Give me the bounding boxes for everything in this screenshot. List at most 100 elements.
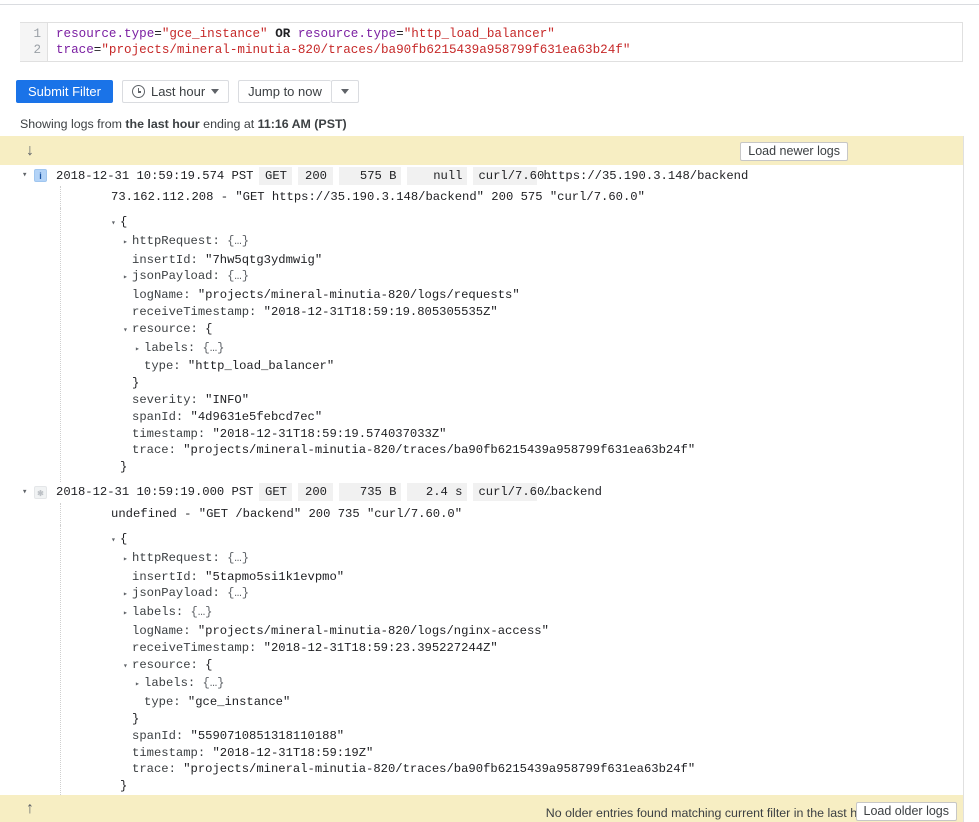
json-twisty-icon[interactable]: ▾ xyxy=(111,216,120,233)
json-tree-row: } xyxy=(111,778,963,795)
json-key: resource: xyxy=(132,657,206,672)
json-value: {…} xyxy=(202,340,225,355)
json-key: labels: xyxy=(132,605,191,620)
jump-to-now-dropdown-button[interactable] xyxy=(330,80,359,103)
log-entry-summary-row[interactable]: ▾ ✱ 2018-12-31 10:59:19.000 PST GET 200 735 B… xyxy=(0,482,963,503)
log-json-tree: ▾{▸ httpRequest: {…} insertId: "7hw5qtg3yd… xyxy=(60,208,963,482)
query-token: resource.type xyxy=(297,27,397,41)
chevron-down-icon xyxy=(340,89,349,94)
json-tree-row[interactable]: ▾{ xyxy=(111,531,963,550)
json-twisty-icon[interactable]: ▸ xyxy=(135,342,144,359)
json-value: "5tapmo5si1k1evpmo" xyxy=(205,569,345,584)
log-latency: null xyxy=(407,166,468,185)
log-timestamp: 2018-12-31 10:59:19.000 PST xyxy=(56,485,254,500)
query-code[interactable]: resource.type="gce_instance" OR resource… xyxy=(48,23,962,61)
json-twisty-icon[interactable]: ▾ xyxy=(123,323,132,340)
json-key: spanId: xyxy=(132,409,191,424)
load-older-logs-button[interactable]: Load older logs xyxy=(855,802,957,821)
expand-collapse-triangle-icon[interactable]: ▾ xyxy=(22,487,34,497)
filter-toolbar: Submit Filter Last hour Jump to now xyxy=(16,80,359,103)
json-tree-row: trace: "projects/mineral-minutia-820/tra… xyxy=(111,761,963,778)
query-editor-body[interactable]: 12 resource.type="gce_instance" OR resou… xyxy=(20,23,962,61)
json-value: { xyxy=(205,321,213,336)
json-value: "projects/mineral-minutia-820/logs/reque… xyxy=(197,288,520,303)
info-icon[interactable]: i xyxy=(34,169,47,182)
json-tree-row[interactable]: ▸ httpRequest: {…} xyxy=(111,233,963,252)
jump-to-now-button[interactable]: Jump to now xyxy=(238,80,331,103)
query-token: resource.type xyxy=(56,27,155,41)
json-tree-row[interactable]: ▸ jsonPayload: {…} xyxy=(111,585,963,604)
json-key: spanId: xyxy=(132,728,191,743)
json-value: } xyxy=(132,711,140,726)
log-status-code: 200 xyxy=(298,166,334,185)
json-tree-row: logName: "projects/mineral-minutia-820/l… xyxy=(111,623,963,640)
json-key: httpRequest: xyxy=(132,233,228,248)
log-timestamp: 2018-12-31 10:59:19.574 PST xyxy=(56,168,254,183)
arrow-down-icon: ↓ xyxy=(26,141,34,159)
json-tree-row[interactable]: ▸ labels: {…} xyxy=(111,604,963,623)
clock-icon xyxy=(131,85,145,98)
json-value: "INFO" xyxy=(205,392,250,407)
time-range-button[interactable]: Last hour xyxy=(121,80,230,103)
json-twisty-icon[interactable]: ▸ xyxy=(123,606,132,623)
json-tree-row[interactable]: ▸ httpRequest: {…} xyxy=(111,550,963,569)
json-twisty-icon[interactable]: ▸ xyxy=(123,587,132,604)
log-http-method: GET xyxy=(259,166,293,185)
query-token: "http_load_balancer" xyxy=(403,27,555,41)
line-number: 1 xyxy=(33,27,41,41)
log-latency: 2.4 s xyxy=(407,483,468,502)
log-entry-summary-row[interactable]: ▾ i 2018-12-31 10:59:19.574 PST GET 200 575 B… xyxy=(0,165,963,186)
log-response-size: 735 B xyxy=(339,483,402,502)
json-tree-row[interactable]: ▸ labels: {…} xyxy=(111,340,963,359)
expand-collapse-triangle-icon[interactable]: ▾ xyxy=(22,171,34,180)
json-tree-row: trace: "projects/mineral-minutia-820/tra… xyxy=(111,442,963,459)
json-value: { xyxy=(120,215,128,229)
json-value: "http_load_balancer" xyxy=(187,359,335,374)
json-value: { xyxy=(120,531,128,546)
json-value: {…} xyxy=(227,550,250,565)
json-key: labels: xyxy=(144,676,203,691)
log-raw-line: 73.162.112.208 - "GET https://35.190.3.1… xyxy=(60,186,963,208)
log-entry: ▾ ✱ 2018-12-31 10:59:19.000 PST GET 200 735 B… xyxy=(0,482,963,801)
query-token: "projects/mineral-minutia-820/traces/ba9… xyxy=(101,43,631,57)
load-newer-logs-button[interactable]: Load newer logs xyxy=(740,142,848,161)
json-tree-row: timestamp: "2018-12-31T18:59:19.57403703… xyxy=(111,426,963,443)
default-severity-icon[interactable]: ✱ xyxy=(34,485,47,499)
query-token: trace xyxy=(56,43,94,57)
json-tree-row[interactable]: ▾{ xyxy=(111,214,963,233)
query-token xyxy=(290,27,298,41)
query-token: = xyxy=(396,27,404,41)
json-tree-row[interactable]: ▸ labels: {…} xyxy=(111,675,963,694)
json-twisty-icon[interactable]: ▾ xyxy=(111,533,120,550)
json-twisty-icon[interactable]: ▸ xyxy=(123,552,132,569)
json-tree-row[interactable]: ▾ resource: { xyxy=(111,657,963,676)
json-value: "4d9631e5febcd7ec" xyxy=(190,409,323,424)
json-tree-row[interactable]: ▾ resource: { xyxy=(111,321,963,340)
query-editor[interactable]: 12 resource.type="gce_instance" OR resou… xyxy=(20,22,963,62)
json-value: "2018-12-31T18:59:19.805305535Z" xyxy=(263,304,498,319)
json-tree-row: receiveTimestamp: "2018-12-31T18:59:19.8… xyxy=(111,304,963,321)
json-twisty-icon[interactable]: ▾ xyxy=(123,659,132,676)
log-status-code: 200 xyxy=(298,483,334,502)
json-value: {…} xyxy=(227,269,250,284)
json-twisty-icon[interactable]: ▸ xyxy=(123,270,132,287)
json-key: severity: xyxy=(132,392,206,407)
json-value: {…} xyxy=(227,233,250,248)
json-tree-row[interactable]: ▸ jsonPayload: {…} xyxy=(111,268,963,287)
json-tree-row: logName: "projects/mineral-minutia-820/l… xyxy=(111,287,963,304)
query-line[interactable]: resource.type="gce_instance" OR resource… xyxy=(56,26,962,42)
query-line[interactable]: trace="projects/mineral-minutia-820/trac… xyxy=(56,42,962,58)
time-range-label: Last hour xyxy=(150,84,206,99)
json-twisty-icon[interactable]: ▸ xyxy=(123,235,132,252)
json-key: logName: xyxy=(132,288,198,303)
json-value: "2018-12-31T18:59:19.574037033Z" xyxy=(212,426,447,441)
submit-filter-button[interactable]: Submit Filter xyxy=(16,80,113,103)
right-divider xyxy=(963,136,964,822)
json-key: resource: xyxy=(132,321,206,336)
json-value: } xyxy=(120,460,128,475)
json-twisty-icon[interactable]: ▸ xyxy=(135,677,144,694)
json-value: "2018-12-31T18:59:23.395227244Z" xyxy=(263,640,498,655)
query-token: = xyxy=(154,27,162,41)
json-tree-row: } xyxy=(111,711,963,728)
json-key: trace: xyxy=(132,443,184,458)
